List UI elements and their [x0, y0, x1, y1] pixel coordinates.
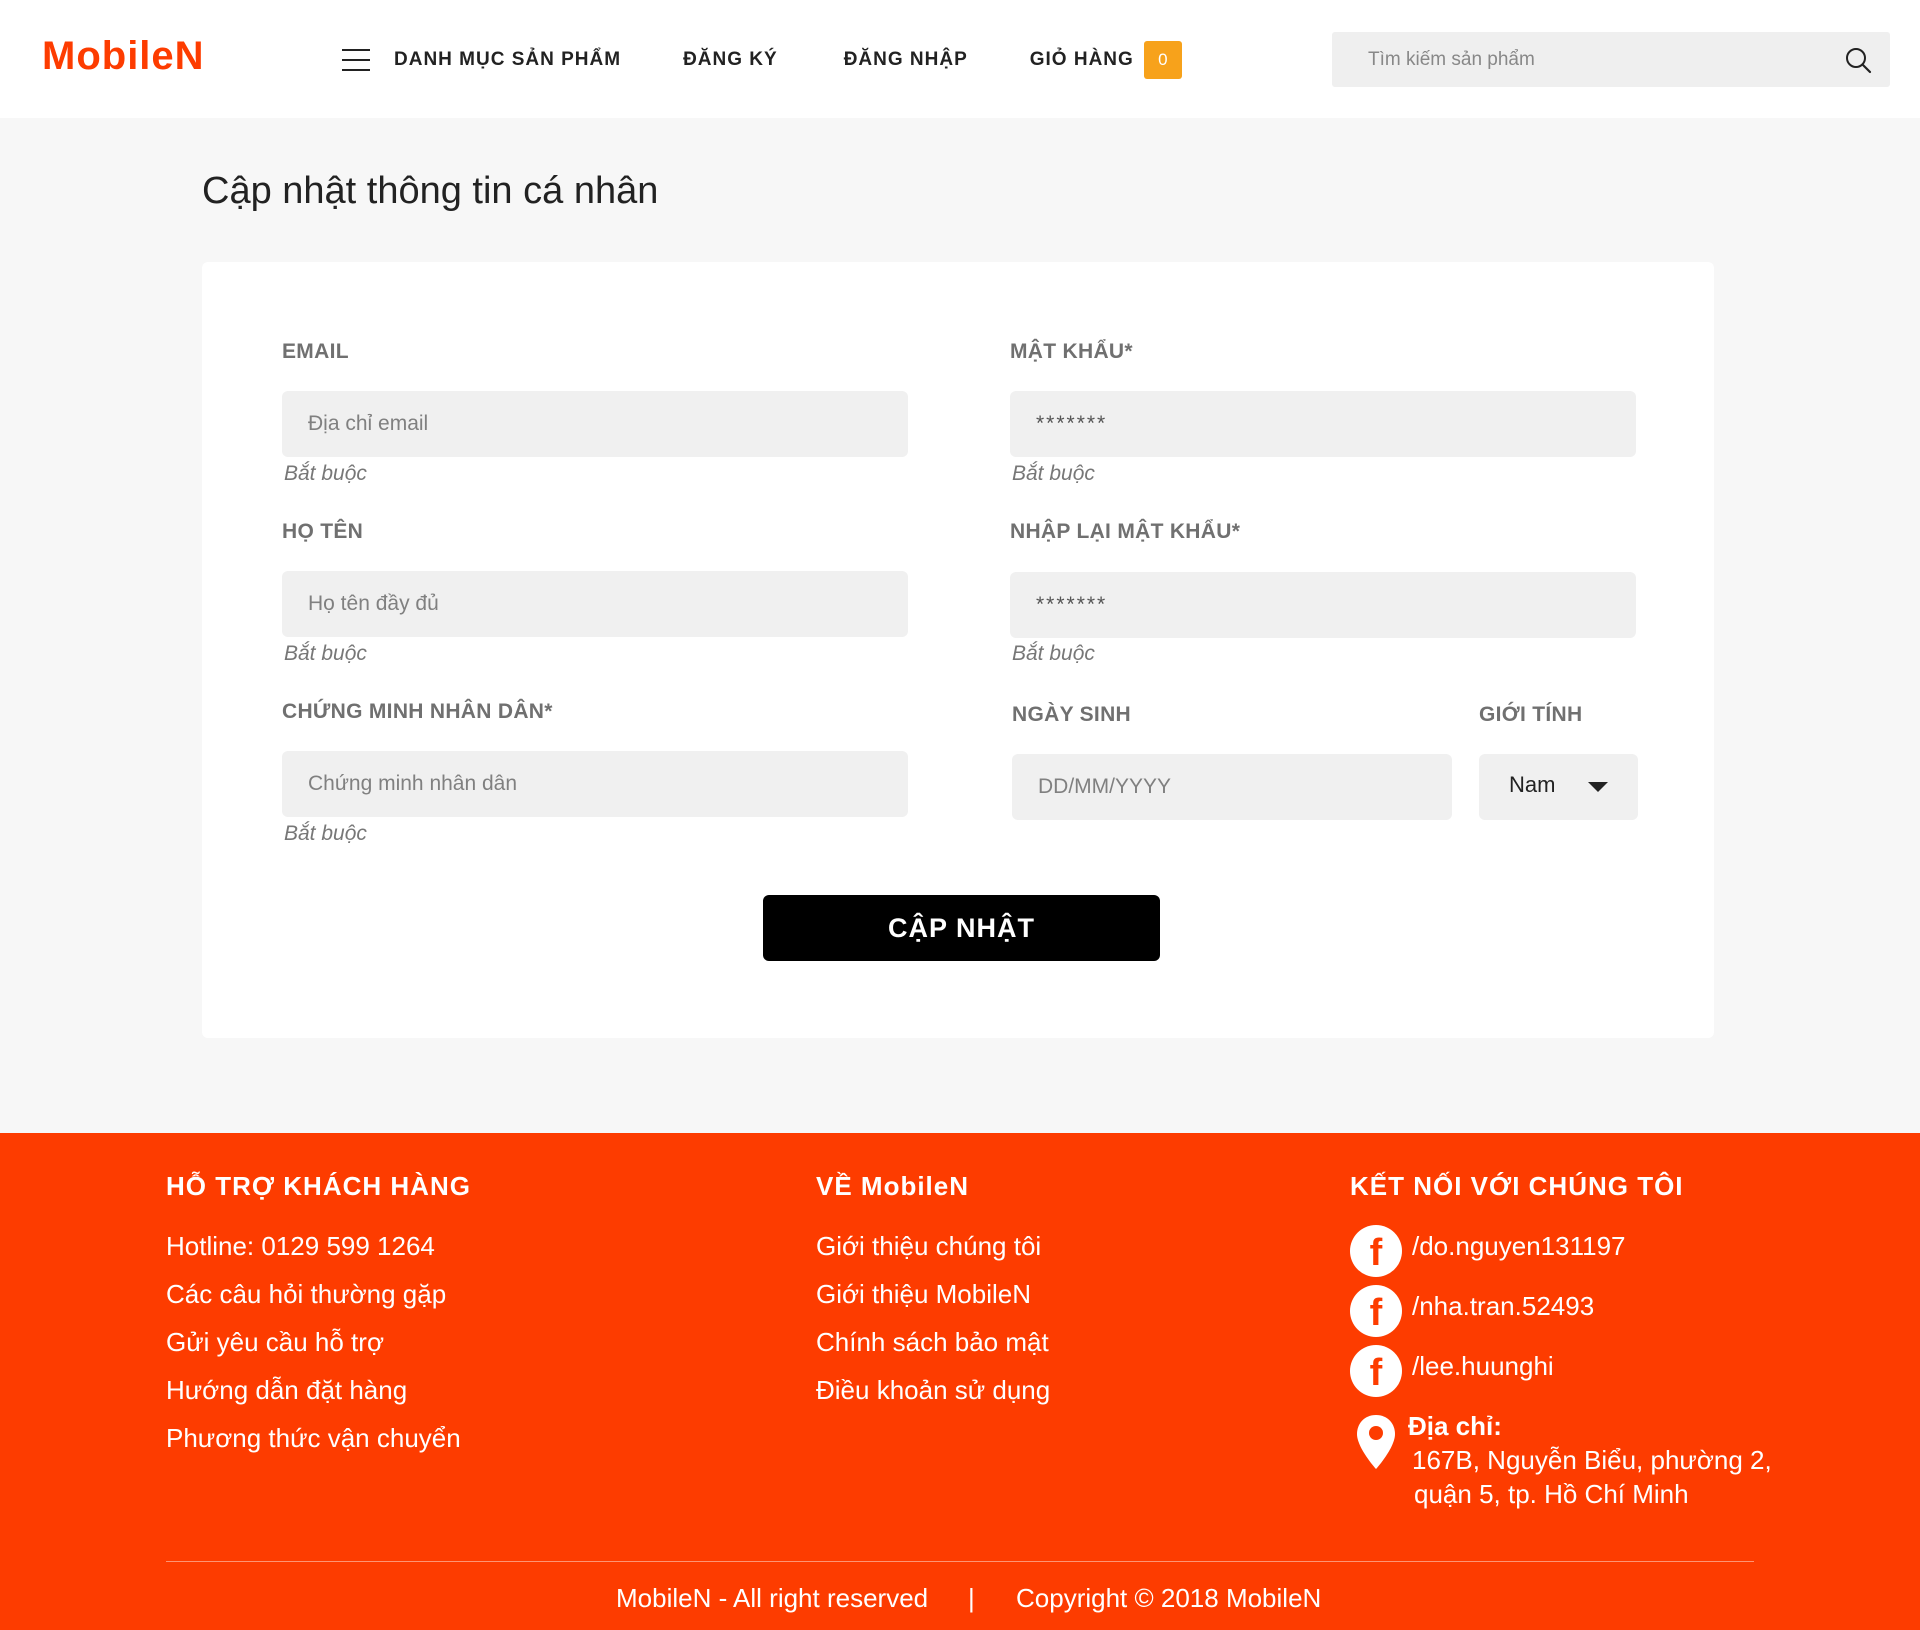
- dob-label: NGÀY SINH: [1012, 703, 1131, 726]
- about-link-privacy[interactable]: Chính sách bảo mật: [816, 1327, 1049, 1358]
- dob-field[interactable]: [1012, 754, 1452, 820]
- address-line-1: 167B, Nguyễn Biểu, phường 2,: [1412, 1445, 1772, 1475]
- about-heading: VỀ MobileN: [816, 1171, 970, 1201]
- gender-label: GIỚI TÍNH: [1479, 703, 1583, 726]
- page-title: Cập nhật thông tin cá nhân: [202, 170, 659, 212]
- rights-text: MobileN - All right reserved: [616, 1583, 929, 1613]
- address-label: Địa chỉ:: [1408, 1411, 1502, 1441]
- facebook-icon[interactable]: f: [1350, 1225, 1402, 1277]
- password-field[interactable]: [1010, 391, 1636, 457]
- email-label: EMAIL: [282, 340, 349, 363]
- gender-select[interactable]: Nam: [1479, 754, 1638, 820]
- id-card-label: CHỨNG MINH NHÂN DÂN*: [282, 700, 553, 723]
- facebook-link-1[interactable]: /do.nguyen131197: [1412, 1231, 1626, 1262]
- cart-count-badge: 0: [1143, 41, 1182, 79]
- password-confirm-field[interactable]: [1010, 572, 1636, 638]
- search-input[interactable]: [1332, 32, 1832, 87]
- email-hint: Bắt buộc: [284, 462, 367, 485]
- connect-heading: KẾT NỐI VỚI CHÚNG TÔI: [1350, 1171, 1684, 1201]
- nav-register[interactable]: ĐĂNG KÝ: [683, 49, 778, 71]
- nav-login[interactable]: ĐĂNG NHẬP: [844, 49, 968, 71]
- support-link-order-guide[interactable]: Hướng dẫn đặt hàng: [166, 1375, 407, 1406]
- map-pin-icon: [1357, 1415, 1395, 1469]
- caret-down-icon: [1588, 782, 1608, 792]
- search-box: [1332, 32, 1890, 87]
- site-header: MobileN DANH MỤC SẢN PHẨM ĐĂNG KÝ ĐĂNG N…: [0, 0, 1920, 118]
- support-link-shipping[interactable]: Phương thức vận chuyển: [166, 1423, 461, 1454]
- gender-value: Nam: [1509, 772, 1556, 797]
- password-confirm-hint: Bắt buộc: [1012, 642, 1095, 665]
- fullname-label: HỌ TÊN: [282, 520, 364, 543]
- fullname-hint: Bắt buộc: [284, 642, 367, 665]
- facebook-icon[interactable]: f: [1350, 1285, 1402, 1337]
- search-icon[interactable]: [1844, 46, 1872, 74]
- support-link-hotline[interactable]: Hotline: 0129 599 1264: [166, 1231, 435, 1262]
- support-heading: HỖ TRỢ KHÁCH HÀNG: [166, 1171, 471, 1201]
- address-line-2: quận 5, tp. Hồ Chí Minh: [1414, 1479, 1689, 1509]
- id-card-field[interactable]: [282, 751, 908, 817]
- password-label: MẬT KHẨU*: [1010, 340, 1133, 363]
- logo[interactable]: MobileN: [42, 34, 205, 79]
- cart-label: GIỎ HÀNG: [1029, 49, 1134, 70]
- nav-categories[interactable]: DANH MỤC SẢN PHẨM: [394, 49, 621, 71]
- footer-separator: |: [968, 1583, 975, 1613]
- support-link-faq[interactable]: Các câu hỏi thường gặp: [166, 1279, 446, 1310]
- main-nav: DANH MỤC SẢN PHẨM ĐĂNG KÝ ĐĂNG NHẬP GIỎ …: [342, 41, 1182, 79]
- copyright-text: Copyright © 2018 MobileN: [1016, 1583, 1322, 1613]
- about-link-terms[interactable]: Điều khoản sử dụng: [816, 1375, 1050, 1406]
- facebook-icon[interactable]: f: [1350, 1345, 1402, 1397]
- profile-form-card: EMAIL Bắt buộc HỌ TÊN Bắt buộc CHỨNG MIN…: [202, 262, 1714, 1038]
- site-footer: HỖ TRỢ KHÁCH HÀNG Hotline: 0129 599 1264…: [0, 1133, 1920, 1630]
- email-field[interactable]: [282, 391, 908, 457]
- nav-cart[interactable]: GIỎ HÀNG 0: [1030, 41, 1182, 79]
- password-hint: Bắt buộc: [1012, 462, 1095, 485]
- id-card-hint: Bắt buộc: [284, 822, 367, 845]
- menu-icon[interactable]: [342, 49, 370, 71]
- footer-divider: [166, 1561, 1754, 1562]
- password-confirm-label: NHẬP LẠI MẬT KHẨU*: [1010, 520, 1241, 543]
- update-button[interactable]: CẬP NHẬT: [763, 895, 1160, 961]
- about-link-us[interactable]: Giới thiệu chúng tôi: [816, 1231, 1041, 1262]
- facebook-link-3[interactable]: /lee.huunghi: [1412, 1351, 1554, 1382]
- support-link-request[interactable]: Gửi yêu cầu hỗ trợ: [166, 1327, 384, 1358]
- about-link-mobilen[interactable]: Giới thiệu MobileN: [816, 1279, 1031, 1310]
- fullname-field[interactable]: [282, 571, 908, 637]
- facebook-link-2[interactable]: /nha.tran.52493: [1412, 1291, 1594, 1322]
